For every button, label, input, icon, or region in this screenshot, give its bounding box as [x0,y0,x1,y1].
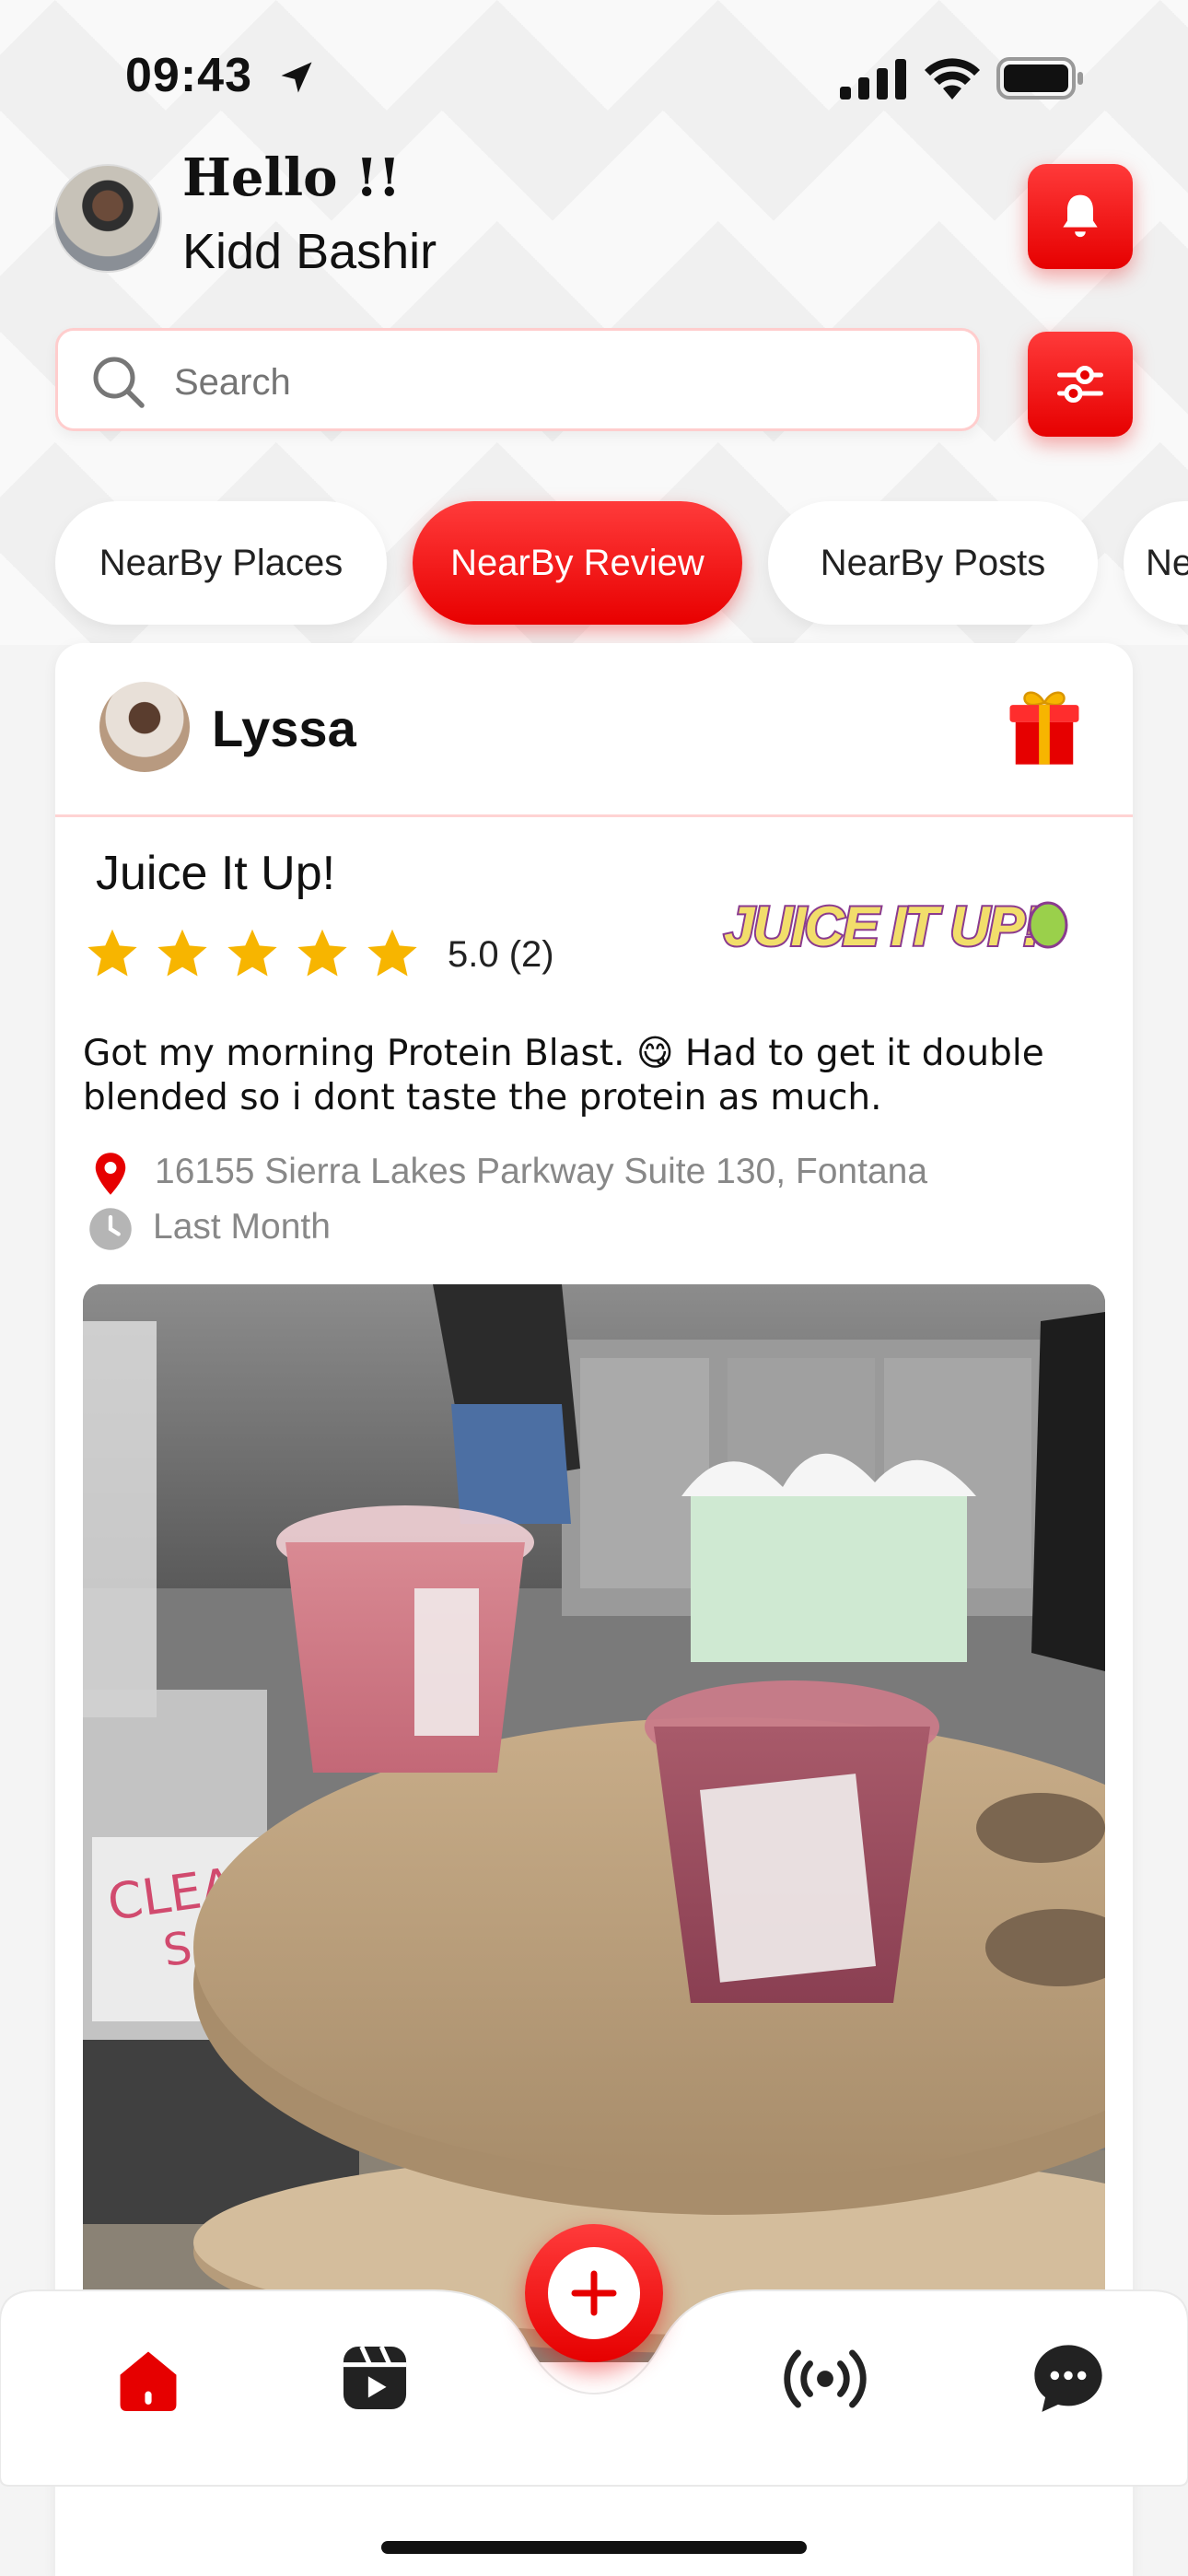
review-photo-illustration: CLEAN Spo [83,1284,1105,2362]
card-divider [55,814,1133,817]
bell-icon [1063,194,1098,238]
star-icon [227,929,277,977]
search-icon [93,357,145,408]
filter-button[interactable] [1028,332,1133,437]
status-bar: 09:43 [0,0,1188,157]
reels-icon[interactable] [335,2338,414,2418]
reviewer-avatar[interactable] [99,682,190,772]
clock-icon [89,1208,132,1250]
star-rating [83,925,422,984]
wifi-icon [925,58,980,100]
user-avatar[interactable] [53,164,162,273]
home-icon[interactable] [109,2340,188,2419]
user-name: Kidd Bashir [182,224,437,279]
review-time: Last Month [153,1207,331,1247]
logo-text: JUICE IT UP! [724,896,1041,957]
tab-nearby-places[interactable]: NearBy Places [55,501,387,625]
star-icon [157,929,207,977]
home-indicator [381,2541,807,2554]
broadcast-icon[interactable] [781,2340,869,2418]
star-icon [87,929,137,977]
plus-icon [571,2270,617,2316]
chat-icon[interactable] [1028,2338,1109,2419]
reviewer-name[interactable]: Lyssa [212,698,356,758]
review-text: Got my morning Protein Blast. 😋 Had to g… [83,1033,1044,1118]
star-icon [367,929,417,977]
sliders-icon [1057,366,1103,403]
status-time: 09:43 [125,49,252,102]
tab-nearby-review[interactable]: NearBy Review [413,501,742,625]
star-icon [297,929,347,977]
create-post-button[interactable] [525,2224,663,2362]
fab-inner [548,2247,640,2339]
review-photo[interactable]: CLEAN Spo [83,1284,1105,2362]
search-input[interactable] [174,357,948,408]
location-arrow-icon [281,62,312,93]
juice-it-up-logo: JUICE IT UP! [722,894,1068,959]
notifications-button[interactable] [1028,164,1133,269]
place-name[interactable]: Juice It Up! [96,846,335,901]
review-address[interactable]: 16155 Sierra Lakes Parkway Suite 130, Fo… [155,1152,927,1192]
gift-icon[interactable] [998,680,1090,772]
rating-value: 5.0 (2) [448,934,554,975]
tab-nearby-posts[interactable]: NearBy Posts [768,501,1098,625]
cellular-signal-icon [840,59,906,100]
location-pin-icon [95,1153,126,1195]
battery-icon [996,57,1083,100]
search-bar[interactable] [55,328,980,431]
greeting-text: Hello !! [182,147,402,208]
